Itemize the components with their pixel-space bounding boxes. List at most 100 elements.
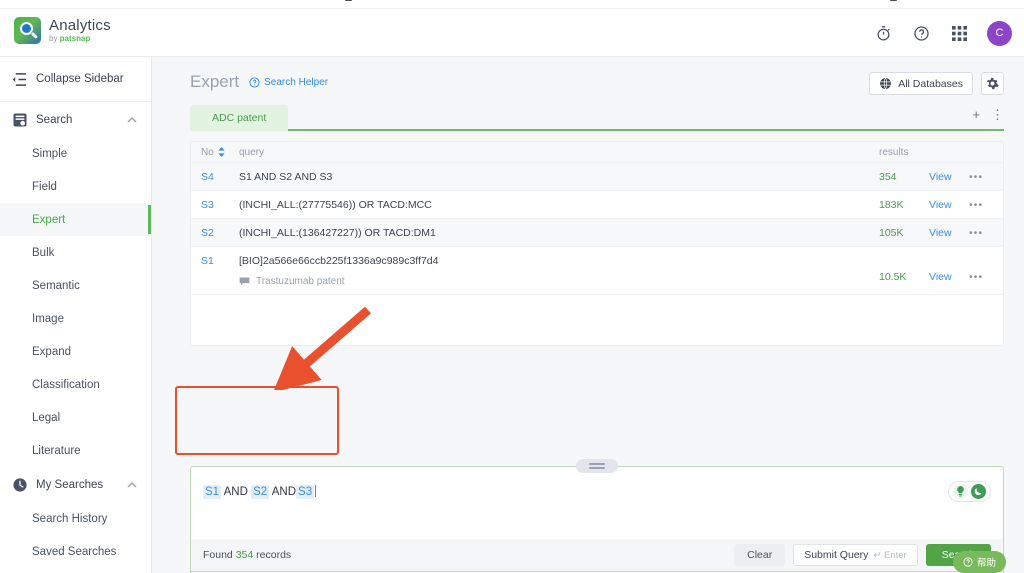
collapse-sidebar-icon xyxy=(12,73,27,86)
sidebar-item-legal[interactable]: Legal xyxy=(0,401,151,434)
submit-query-label: Submit Query xyxy=(804,549,868,561)
settings-button[interactable] xyxy=(981,72,1004,95)
query-token: S2 xyxy=(251,485,269,499)
logo-title: Analytics xyxy=(49,18,111,33)
search-helper-link[interactable]: Search Helper xyxy=(249,77,328,88)
chevron-up-icon[interactable] xyxy=(127,115,137,125)
sidebar-item-label: Expert xyxy=(32,214,65,226)
sidebar-item-label: Saved Searches xyxy=(32,546,116,558)
submit-query-hint: ↵ Enter xyxy=(873,550,906,561)
sidebar-item-insights[interactable]: Insights xyxy=(0,568,151,573)
column-header-no[interactable]: No xyxy=(191,147,239,158)
moon-icon[interactable] xyxy=(971,484,986,499)
row-view-link[interactable]: View xyxy=(929,247,969,290)
query-token: AND xyxy=(272,486,296,498)
sort-icon xyxy=(218,147,225,157)
tab-menu-icon[interactable]: ⋮ xyxy=(991,108,1004,121)
row-no[interactable]: S4 xyxy=(191,163,239,190)
sidebar-item-saved-searches[interactable]: Saved Searches xyxy=(0,535,151,568)
floating-help-button[interactable]: 帮助 xyxy=(953,551,1006,573)
header-icon-group: C xyxy=(873,9,1012,57)
sidebar-item-bulk[interactable]: Bulk xyxy=(0,236,151,269)
lightbulb-icon[interactable] xyxy=(953,484,968,499)
query-token: S3 xyxy=(296,485,314,499)
sidebar-group-my-searches-label: My Searches xyxy=(36,479,127,491)
row-no[interactable]: S3 xyxy=(191,191,239,218)
row-more-icon[interactable]: ••• xyxy=(969,219,1003,246)
app-logo[interactable]: Analytics by patsnap xyxy=(14,17,111,44)
sidebar-item-label: Legal xyxy=(32,412,60,424)
add-tab-icon[interactable]: + xyxy=(972,108,980,121)
page-title: Expert xyxy=(190,72,239,92)
help-circle-icon[interactable] xyxy=(911,23,931,43)
table-row[interactable]: S4 S1 AND S2 AND S3 354 View ••• xyxy=(191,163,1003,191)
header-actions: All Databases xyxy=(869,72,1004,95)
text-caret xyxy=(315,485,316,497)
sidebar-item-image[interactable]: Image xyxy=(0,302,151,335)
user-avatar[interactable]: C xyxy=(987,21,1012,46)
tab-adc-patent[interactable]: ADC patent xyxy=(190,105,288,131)
row-more-icon[interactable]: ••• xyxy=(969,163,1003,190)
sidebar-item-label: Image xyxy=(32,313,64,325)
sidebar-item-semantic[interactable]: Semantic xyxy=(0,269,151,302)
sidebar-group-search[interactable]: Search xyxy=(0,102,151,137)
globe-icon xyxy=(879,77,892,90)
sidebar-group-my-searches[interactable]: My Searches xyxy=(0,467,151,502)
found-records-count: 354 xyxy=(236,549,254,561)
submit-query-button[interactable]: Submit Query ↵ Enter xyxy=(793,544,918,566)
table-row[interactable]: S2 (INCHI_ALL:(136427227)) OR TACD:DM1 1… xyxy=(191,219,1003,247)
table-header-row: No query results xyxy=(191,142,1003,163)
row-more-icon[interactable]: ••• xyxy=(969,247,1003,290)
sidebar-item-simple[interactable]: Simple xyxy=(0,137,151,170)
editor-footer-bar: Found 354 records Clear Submit Query ↵ E… xyxy=(190,539,1004,572)
help-circle-icon xyxy=(963,557,973,567)
table-row[interactable]: S1 [BIO]2a566e66ccb225f1336a9c989c3ff7d4… xyxy=(191,247,1003,295)
row-results: 105K xyxy=(879,219,929,246)
sidebar-item-label: Field xyxy=(32,181,57,193)
row-no[interactable]: S1 xyxy=(191,247,239,274)
collapse-sidebar-button[interactable]: Collapse Sidebar xyxy=(0,57,151,102)
all-databases-label: All Databases xyxy=(898,78,963,90)
resize-grip-handle[interactable] xyxy=(576,459,618,473)
apps-grid-icon[interactable] xyxy=(949,23,969,43)
row-query-cell: [BIO]2a566e66ccb225f1336a9c989c3ff7d4 Tr… xyxy=(239,247,879,294)
clock-icon xyxy=(12,477,27,492)
editor-resize-bar[interactable] xyxy=(191,466,1003,468)
comment-icon xyxy=(239,277,250,286)
chevron-up-icon[interactable] xyxy=(127,480,137,490)
sidebar-item-label: Expand xyxy=(32,346,71,358)
floating-help-label: 帮助 xyxy=(977,555,996,569)
sidebar-item-search-history[interactable]: Search History xyxy=(0,502,151,535)
collapse-sidebar-label: Collapse Sidebar xyxy=(36,73,124,85)
sidebar: Collapse Sidebar Search Simple Field Exp… xyxy=(0,57,152,573)
row-no[interactable]: S2 xyxy=(191,219,239,246)
sidebar-group-search-label: Search xyxy=(36,114,127,126)
sidebar-item-expert[interactable]: Expert xyxy=(0,203,151,236)
table-row[interactable]: S3 (INCHI_ALL:(27775546)) OR TACD:MCC 18… xyxy=(191,191,1003,219)
logo-subtitle: by patsnap xyxy=(49,35,111,43)
sidebar-item-expand[interactable]: Expand xyxy=(0,335,151,368)
page-head: Expert Search Helper xyxy=(190,72,328,92)
row-more-icon[interactable]: ••• xyxy=(969,191,1003,218)
row-view-link[interactable]: View xyxy=(929,219,969,246)
sidebar-item-classification[interactable]: Classification xyxy=(0,368,151,401)
row-results: 183K xyxy=(879,191,929,218)
all-databases-button[interactable]: All Databases xyxy=(869,72,973,95)
timer-icon[interactable] xyxy=(873,23,893,43)
row-query-note-label: Trastuzumab patent xyxy=(256,276,345,287)
query-input[interactable]: S1 AND S2 ANDS3 xyxy=(203,485,316,498)
column-header-results: results xyxy=(879,147,929,158)
search-helper-label: Search Helper xyxy=(264,77,328,88)
sidebar-item-field[interactable]: Field xyxy=(0,170,151,203)
search-group-icon xyxy=(12,112,27,127)
tab-bar: ADC patent + ⋮ xyxy=(190,105,1004,131)
row-query: (INCHI_ALL:(27775546)) OR TACD:MCC xyxy=(239,191,879,218)
cutoff-blob-left xyxy=(345,0,352,1)
clear-button[interactable]: Clear xyxy=(734,544,785,566)
sidebar-item-literature[interactable]: Literature xyxy=(0,434,151,467)
sidebar-item-label: Bulk xyxy=(32,247,54,259)
row-view-link[interactable]: View xyxy=(929,191,969,218)
app-root: Analytics by patsnap xyxy=(0,0,1024,573)
row-view-link[interactable]: View xyxy=(929,163,969,190)
app-header: Analytics by patsnap xyxy=(0,9,1024,57)
